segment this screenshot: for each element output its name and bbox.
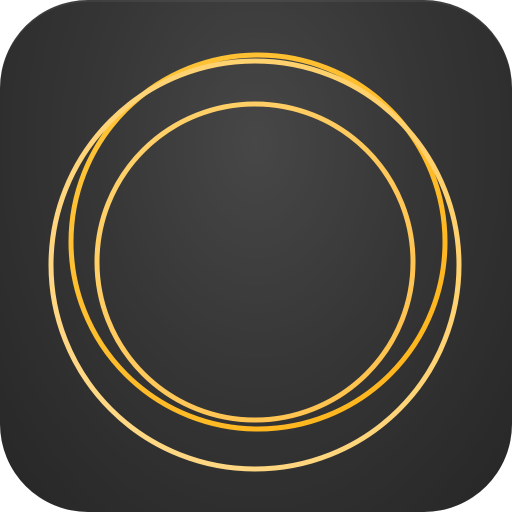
icon-canvas bbox=[0, 0, 512, 512]
ring-middle-icon bbox=[48, 58, 462, 472]
rings-logo-icon bbox=[48, 52, 462, 472]
app-icon[interactable] bbox=[0, 0, 512, 512]
ring-inner-icon bbox=[94, 101, 416, 423]
